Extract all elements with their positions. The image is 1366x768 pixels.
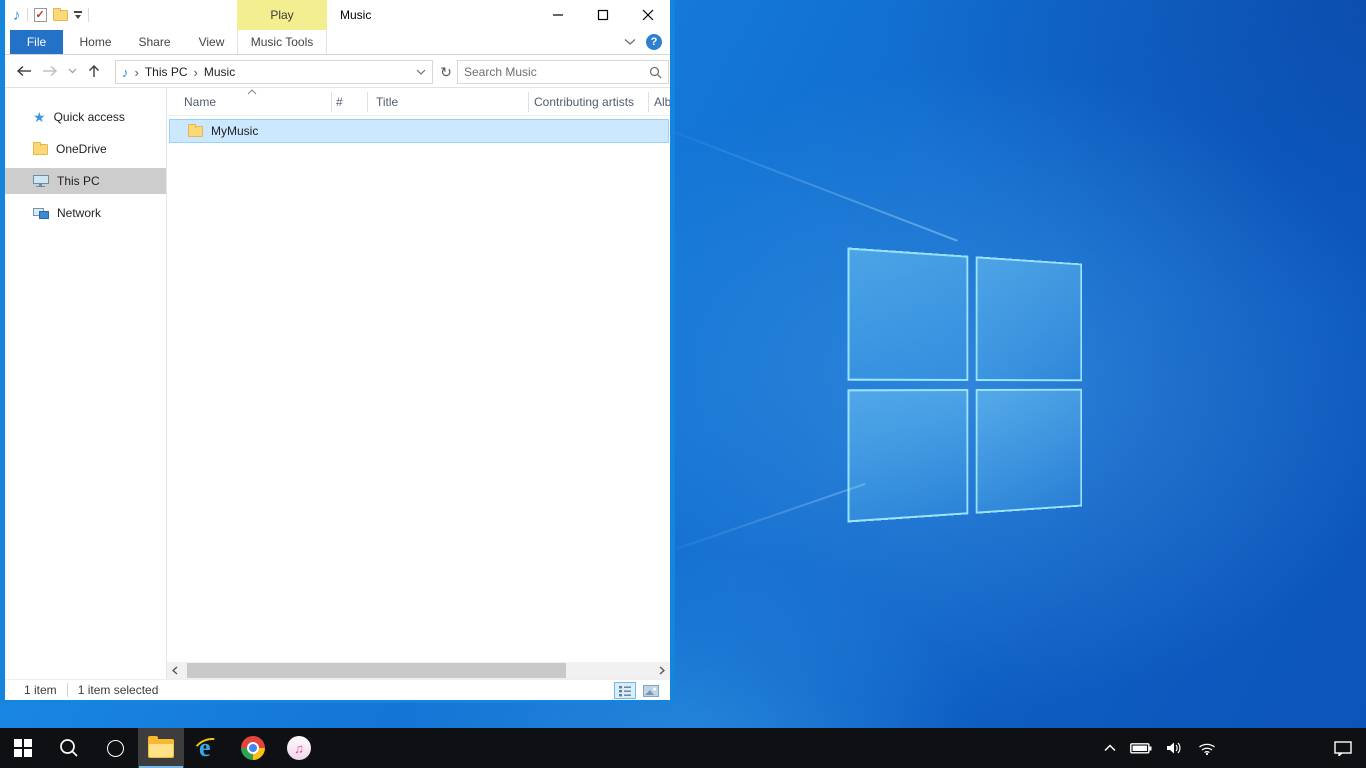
cortana-button[interactable] [92,728,138,768]
taskbar-itunes-button[interactable]: ♫ [276,728,322,768]
back-button[interactable] [11,58,37,84]
this-pc-monitor-icon [33,175,49,188]
help-icon[interactable]: ? [646,34,662,50]
ribbon-tab-row: File Home Share View Music Tools ? [5,30,670,55]
forward-button[interactable] [37,58,63,84]
search-icon [59,738,79,758]
properties-button[interactable] [34,8,47,22]
scroll-right-arrow[interactable] [654,662,670,679]
file-row-mymusic[interactable]: MyMusic [169,119,669,143]
breadcrumb-music[interactable]: Music [204,65,235,79]
scrollbar-thumb[interactable] [187,663,566,678]
network-icon [33,207,49,220]
taskbar-chrome-button[interactable] [230,728,276,768]
tab-home[interactable]: Home [68,30,123,54]
address-dropdown-chevron[interactable] [416,69,426,76]
start-button[interactable] [0,728,46,768]
wallpaper-light-ray [640,118,958,242]
column-album[interactable]: Alb [654,95,670,109]
cortana-circle-icon [107,740,124,757]
chevron-down-icon [75,15,81,19]
window-title: Music [340,8,371,22]
wallpaper-light-ray [676,483,866,550]
chrome-icon [241,736,265,760]
itunes-icon: ♫ [287,736,311,760]
status-bar: 1 item 1 item selected [5,679,670,700]
scroll-left-arrow[interactable] [167,662,183,679]
customize-qat-button[interactable] [74,11,82,19]
window-controls [535,0,670,30]
folder-icon [188,126,203,137]
column-header-row: Name # Title Contributing artists Alb [167,88,670,116]
recent-locations-chevron[interactable] [63,58,81,84]
battery-icon[interactable] [1130,742,1152,754]
sidebar-item-network[interactable]: Network [5,200,166,226]
search-box [457,60,669,84]
windows-logo [847,247,1082,522]
tab-file[interactable]: File [10,30,63,54]
taskbar-internet-explorer-button[interactable]: e [184,728,230,768]
hidden-icons-chevron[interactable] [1104,744,1116,752]
item-count: 1 item [24,683,57,697]
properties-check-icon [34,8,47,22]
thumbnails-view-icon [643,685,659,697]
thumbnails-view-button[interactable] [640,682,662,699]
taskbar: e ♫ [0,728,1366,768]
quick-access-star-icon: ★ [33,110,46,124]
search-icon [649,66,662,79]
navigation-bar: ♪ › This PC › Music ↻ [5,55,670,88]
explorer-main: ★ Quick access OneDrive This PC Network … [5,88,670,679]
location-music-note-icon: ♪ [122,66,129,79]
system-tray [1104,728,1216,768]
volume-icon[interactable] [1166,741,1184,755]
new-folder-button[interactable] [53,10,68,21]
refresh-button[interactable]: ↻ [437,60,455,84]
new-folder-icon [53,10,68,21]
sort-ascending-icon [247,89,257,95]
taskbar-search-button[interactable] [46,728,92,768]
sidebar-item-onedrive[interactable]: OneDrive [5,136,166,162]
file-list-pane[interactable]: Name # Title Contributing artists Alb My… [166,88,670,679]
maximize-button[interactable] [580,0,625,30]
action-center-icon [1334,741,1352,756]
details-view-icon [618,685,632,697]
tab-view[interactable]: View [186,30,237,54]
windows-start-icon [14,739,32,757]
sidebar-item-this-pc[interactable]: This PC [5,168,166,194]
column-contributing-artists[interactable]: Contributing artists [534,95,634,109]
column-title[interactable]: Title [376,95,398,109]
search-input[interactable] [464,65,649,79]
file-explorer-window: ♪ Play Music File Home Share View Music … [0,0,675,703]
close-button[interactable] [625,0,670,30]
onedrive-folder-icon [33,144,48,155]
app-music-note-icon: ♪ [13,8,21,23]
up-button[interactable] [81,58,107,84]
details-view-button[interactable] [614,682,636,699]
title-bar: ♪ Play Music [5,0,670,30]
tab-music-tools[interactable]: Music Tools [237,30,327,54]
action-center-button[interactable] [1320,728,1366,768]
navigation-pane: ★ Quick access OneDrive This PC Network [5,88,166,679]
wifi-icon[interactable] [1198,742,1216,755]
column-name[interactable]: Name [184,95,216,109]
sidebar-item-quick-access[interactable]: ★ Quick access [5,104,166,130]
minimize-button[interactable] [535,0,580,30]
tab-share[interactable]: Share [126,30,183,54]
file-name: MyMusic [211,124,258,138]
breadcrumb-this-pc[interactable]: This PC [145,65,188,79]
expand-ribbon-chevron-icon[interactable] [624,38,636,46]
contextual-tab-group-play[interactable]: Play [237,0,327,30]
file-explorer-icon [148,739,174,758]
column-number[interactable]: # [336,95,343,109]
taskbar-file-explorer-button[interactable] [138,728,184,768]
internet-explorer-icon: e [194,735,220,761]
address-bar[interactable]: ♪ › This PC › Music [115,60,433,84]
selection-count: 1 item selected [78,683,159,697]
quick-access-toolbar: ♪ [13,4,89,26]
horizontal-scrollbar[interactable] [167,662,670,679]
